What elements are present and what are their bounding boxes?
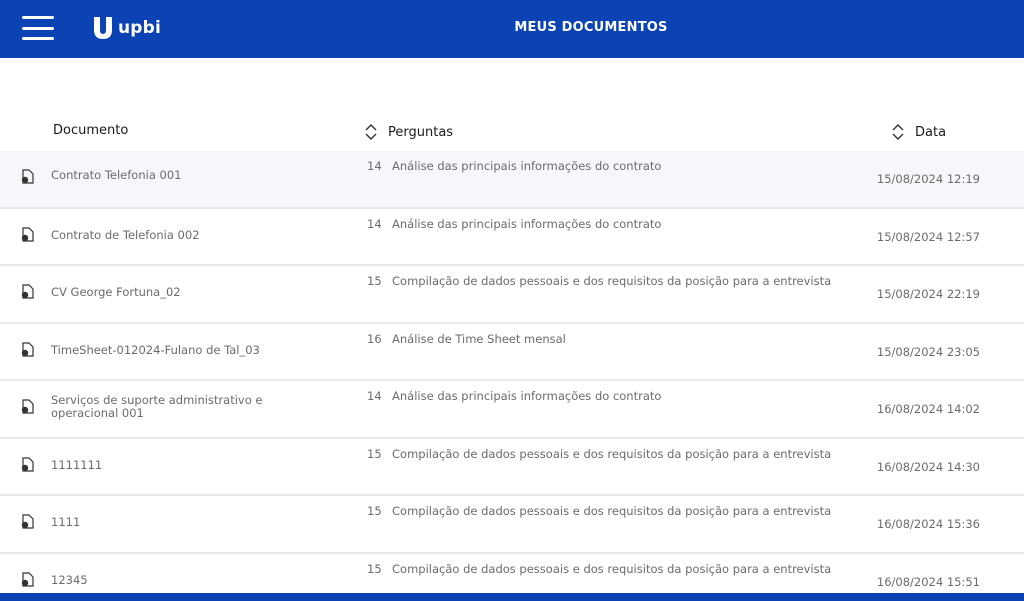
document-name: 1111111 [51, 457, 103, 472]
top-app-bar: upbi MEUS DOCUMENTOS [0, 0, 1024, 58]
document-icon [21, 514, 34, 529]
document-date: 16/08/2024 15:36 [876, 517, 980, 531]
document-icon [21, 169, 34, 184]
document-date: 16/08/2024 14:02 [876, 402, 980, 416]
sort-icon[interactable] [364, 123, 378, 141]
column-header-perguntas[interactable]: Perguntas [364, 123, 453, 141]
question-count: 15 [367, 561, 382, 576]
question-description: Análise das principais informações do co… [392, 389, 662, 403]
document-date: 16/08/2024 14:30 [876, 459, 980, 474]
document-icon [21, 226, 34, 242]
question-description: Análise das principais informações do co… [392, 159, 662, 173]
question-count: 14 [367, 389, 382, 403]
sort-icon[interactable] [891, 123, 905, 141]
question-description: Compilação de dados pessoais e dos requi… [392, 504, 832, 518]
document-name: Contrato de Telefonia 002 [51, 227, 200, 242]
question-count: 16 [367, 331, 382, 346]
column-header-label: Data [915, 124, 947, 140]
table-row[interactable]: TimeSheet-012024-Fulano de Tal_03 16 Aná… [0, 323, 1024, 381]
document-name: 1111 [51, 515, 81, 529]
question-description: Análise de Time Sheet mensal [392, 331, 566, 346]
table-row[interactable]: 1111 15 Compilação de dados pessoais e d… [0, 496, 1024, 554]
question-description: Compilação de dados pessoais e dos requi… [392, 561, 832, 576]
question-count: 15 [367, 504, 382, 518]
question-count: 14 [367, 216, 382, 231]
question-description: Análise das principais informações do co… [392, 216, 662, 231]
column-header-documento[interactable]: Documento [53, 123, 128, 138]
page-title: MEUS DOCUMENTOS [514, 20, 668, 35]
table-row[interactable]: Contrato de Telefonia 002 14 Análise das… [0, 208, 1024, 266]
document-icon [21, 284, 34, 299]
bottom-bar [0, 593, 1024, 601]
document-date: 15/08/2024 12:19 [876, 172, 980, 186]
document-date: 16/08/2024 15:51 [876, 574, 980, 589]
document-icon [21, 571, 34, 587]
table-row[interactable]: Serviços de suporte administrativo e ope… [0, 381, 1024, 439]
document-name: Contrato Telefonia 001 [51, 168, 182, 182]
column-header-label: Documento [53, 123, 129, 138]
question-count: 15 [367, 274, 382, 288]
table-row[interactable]: 1111111 15 Compilação de dados pessoais … [0, 438, 1024, 496]
document-name: CV George Fortuna_02 [51, 285, 181, 299]
column-header-data[interactable]: Data [891, 123, 946, 141]
column-header-label: Perguntas [388, 124, 454, 140]
document-icon [21, 456, 34, 472]
document-date: 15/08/2024 23:05 [876, 344, 980, 359]
question-description: Compilação de dados pessoais e dos requi… [392, 446, 832, 461]
table-row[interactable]: CV George Fortuna_02 15 Compilação de da… [0, 266, 1024, 324]
table-row[interactable]: Contrato Telefonia 001 14 Análise das pr… [0, 151, 1024, 209]
documents-table: Contrato Telefonia 001 14 Análise das pr… [0, 151, 1024, 601]
question-description: Compilação de dados pessoais e dos requi… [392, 274, 832, 288]
document-name: TimeSheet-012024-Fulano de Tal_03 [51, 342, 260, 357]
document-name: Serviços de suporte administrativo e ope… [51, 393, 263, 420]
document-icon [21, 341, 34, 357]
document-name: 12345 [51, 572, 88, 587]
document-icon [21, 399, 34, 414]
question-count: 15 [367, 446, 382, 461]
question-count: 14 [367, 159, 382, 173]
document-date: 15/08/2024 12:57 [876, 229, 980, 244]
document-date: 15/08/2024 22:19 [876, 287, 980, 301]
